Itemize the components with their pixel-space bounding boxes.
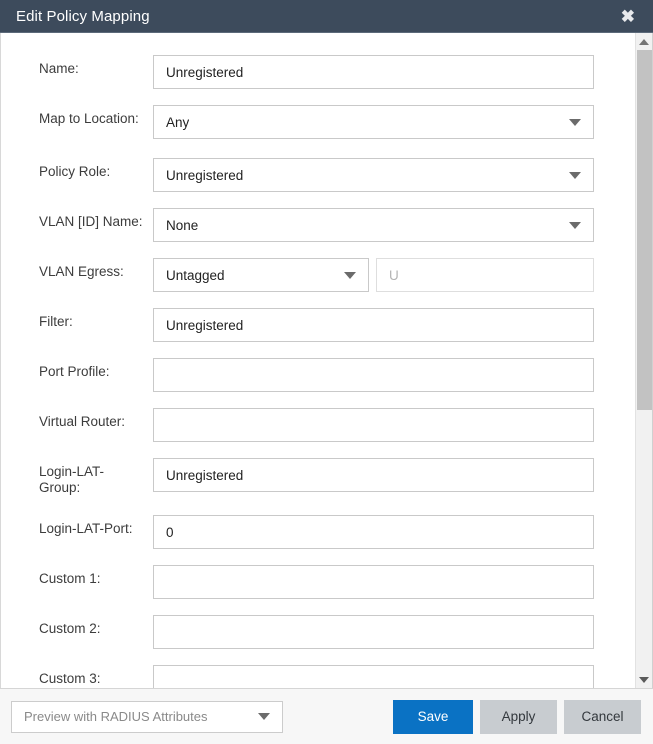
policy-mapping-form: Name: Unregistered Map to Location: Any Poli…	[1, 33, 635, 688]
form-row-custom-2: Custom 2:	[1, 615, 635, 649]
preview-select-label: Preview with RADIUS Attributes	[24, 709, 208, 724]
cancel-button[interactable]: Cancel	[564, 699, 641, 734]
vertical-scrollbar[interactable]	[635, 33, 652, 688]
label-vlan-id-name: VLAN [ID] Name:	[39, 214, 143, 229]
select-vlan-id-name[interactable]: None	[153, 208, 594, 242]
chevron-down-icon	[569, 118, 581, 126]
form-row-policy-role: Policy Role: Unregistered	[1, 158, 635, 192]
apply-button[interactable]: Apply	[480, 699, 557, 734]
footer-button-group: Save Apply Cancel	[393, 699, 641, 734]
input-custom-3[interactable]	[153, 665, 594, 688]
value-map-to-location: Any	[166, 114, 190, 130]
select-policy-role[interactable]: Unregistered	[153, 158, 594, 192]
placeholder-vlan-egress-secondary: U	[389, 267, 399, 283]
value-policy-role: Unregistered	[166, 167, 244, 183]
chevron-down-icon	[258, 713, 270, 720]
dialog-title: Edit Policy Mapping	[16, 7, 150, 25]
label-custom-3: Custom 3:	[39, 671, 101, 686]
label-map-to-location: Map to Location:	[39, 111, 139, 126]
form-row-custom-3: Custom 3:	[1, 665, 635, 688]
label-custom-2: Custom 2:	[39, 621, 101, 636]
form-row-vlan-id-name: VLAN [ID] Name: None	[1, 208, 635, 242]
label-policy-role: Policy Role:	[39, 164, 111, 179]
form-row-name: Name: Unregistered	[1, 55, 635, 89]
select-vlan-egress[interactable]: Untagged	[153, 258, 369, 292]
input-virtual-router[interactable]	[153, 408, 594, 442]
form-row-filter: Filter: Unregistered	[1, 308, 635, 342]
value-login-lat-port: 0	[166, 524, 174, 540]
input-custom-1[interactable]	[153, 565, 594, 599]
scroll-up-button[interactable]	[636, 33, 653, 50]
label-port-profile: Port Profile:	[39, 364, 110, 379]
chevron-up-icon	[639, 38, 649, 45]
form-row-login-lat-group: Login-LAT-Group: Unregistered	[1, 458, 635, 496]
dialog-footer: Preview with RADIUS Attributes Save Appl…	[0, 688, 653, 744]
dialog-body: Name: Unregistered Map to Location: Any Poli…	[0, 33, 653, 688]
chevron-down-icon	[569, 221, 581, 229]
scrollbar-track[interactable]	[636, 50, 652, 671]
label-custom-1: Custom 1:	[39, 571, 101, 586]
chevron-down-icon	[569, 171, 581, 179]
form-row-virtual-router: Virtual Router:	[1, 408, 635, 442]
chevron-down-icon	[344, 271, 356, 279]
label-virtual-router: Virtual Router:	[39, 414, 126, 429]
save-button[interactable]: Save	[393, 699, 473, 734]
input-login-lat-group[interactable]: Unregistered	[153, 458, 594, 492]
select-map-to-location[interactable]: Any	[153, 105, 594, 139]
input-filter[interactable]: Unregistered	[153, 308, 594, 342]
label-login-lat-port: Login-LAT-Port:	[39, 521, 133, 536]
edit-policy-mapping-dialog: Edit Policy Mapping ✖ Name: Unregistered M…	[0, 0, 653, 744]
dialog-titlebar: Edit Policy Mapping ✖	[0, 0, 653, 33]
input-port-profile[interactable]	[153, 358, 594, 392]
value-login-lat-group: Unregistered	[166, 467, 244, 483]
value-filter: Unregistered	[166, 317, 244, 333]
label-login-lat-group: Login-LAT-Group:	[39, 464, 105, 495]
scroll-down-button[interactable]	[636, 671, 653, 688]
form-row-login-lat-port: Login-LAT-Port: 0	[1, 515, 635, 549]
label-name: Name:	[39, 61, 79, 76]
form-row-port-profile: Port Profile:	[1, 358, 635, 392]
preview-with-radius-attributes-select[interactable]: Preview with RADIUS Attributes	[11, 700, 283, 733]
value-name: Unregistered	[166, 64, 244, 80]
scrollbar-thumb[interactable]	[636, 50, 652, 411]
form-row-custom-1: Custom 1:	[1, 565, 635, 599]
value-vlan-egress: Untagged	[166, 267, 225, 283]
form-row-vlan-egress: VLAN Egress: Untagged U	[1, 258, 635, 292]
chevron-down-icon	[639, 676, 649, 683]
form-row-map-to-location: Map to Location: Any	[1, 105, 635, 139]
input-name[interactable]: Unregistered	[153, 55, 594, 89]
input-login-lat-port[interactable]: 0	[153, 515, 594, 549]
label-filter: Filter:	[39, 314, 73, 329]
close-icon[interactable]: ✖	[617, 6, 639, 27]
label-vlan-egress: VLAN Egress:	[39, 264, 124, 279]
split-field-vlan-egress: Untagged U	[153, 258, 594, 292]
value-vlan-id-name: None	[166, 217, 199, 233]
input-custom-2[interactable]	[153, 615, 594, 649]
input-vlan-egress-secondary[interactable]: U	[376, 258, 594, 292]
